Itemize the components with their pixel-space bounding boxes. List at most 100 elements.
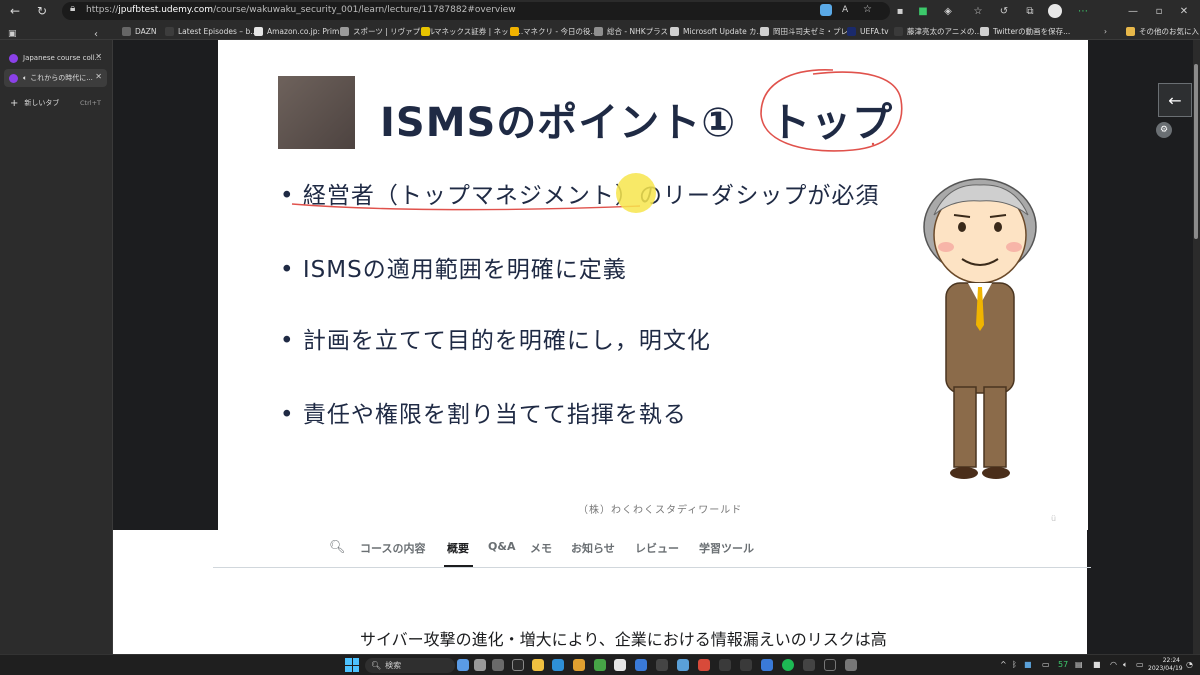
lock-icon: 🔒︎ (70, 3, 76, 14)
notification-icon[interactable]: ◔ (1186, 660, 1193, 669)
address-bar[interactable]: 🔒︎ https://jpufbtest.udemy.com/course/wa… (62, 2, 890, 20)
spotify-icon[interactable] (782, 659, 794, 671)
bookmark-item[interactable]: 岡田斗司夫ゼミ・プレ... (760, 24, 855, 38)
taskbar-app-icon[interactable] (845, 659, 857, 671)
tab-active-course[interactable]: 🔈︎ これからの時代に... ✕ (4, 69, 107, 87)
taskbar-app-icon[interactable] (698, 659, 710, 671)
bookmark-item[interactable]: 藤津亮太のアニメの... (894, 24, 982, 38)
bookmark-icon (510, 26, 519, 36)
bookmark-item[interactable]: マネクリ - 今日の役... (510, 24, 598, 38)
taskbar-search[interactable]: 🔍︎ 検索 (365, 658, 455, 673)
search-icon[interactable]: 🔍︎ (329, 540, 346, 555)
document-icon (670, 26, 679, 36)
tray-counter[interactable]: 57 (1058, 660, 1068, 669)
chrome-icon[interactable] (573, 659, 585, 671)
tab-announcements[interactable]: お知らせ (571, 540, 615, 556)
bookmark-label: UEFA.tv (860, 26, 889, 36)
bookmark-label: DAZN (135, 26, 157, 36)
collections-icon[interactable]: ⧉ (1022, 3, 1038, 19)
profile-avatar[interactable] (1048, 4, 1062, 18)
bookmark-item[interactable]: その他のお気に入り (1126, 24, 1200, 38)
taskbar-app-icon[interactable] (677, 659, 689, 671)
open-sidebar-arrow-icon[interactable]: ← (1158, 83, 1192, 117)
document-icon (760, 26, 769, 36)
taskbar-app-icon[interactable] (635, 659, 647, 671)
battery-icon[interactable]: ▭ (1136, 660, 1144, 669)
taskbar-app-icon[interactable] (656, 659, 668, 671)
bookmark-item[interactable]: Twitterの動画を保存... (980, 24, 1070, 38)
course-info-panel: 🔍︎ コースの内容 概要 Q&A メモ お知らせ レビュー 学習ツール サイバー… (113, 530, 1091, 654)
tab-qa[interactable]: Q&A (488, 540, 515, 553)
tab-notes[interactable]: メモ (530, 540, 552, 556)
tab-actions-icon[interactable]: ▣ (8, 29, 17, 39)
extensions-puzzle-icon[interactable]: ◈ (940, 3, 956, 19)
new-tab-shortcut: Ctrl+T (80, 99, 101, 107)
tab-course-content[interactable]: コースの内容 (360, 540, 425, 556)
maximize-icon[interactable]: ▫ (1151, 3, 1167, 19)
wifi-icon[interactable]: ◠ (1110, 660, 1117, 669)
taskbar-app-icon[interactable] (803, 659, 815, 671)
tray-app-icon[interactable]: ■ (1093, 660, 1101, 669)
search-icon: 🔍︎ (371, 661, 382, 670)
tray-app-icon[interactable]: ▭ (1042, 660, 1050, 669)
tray-app-icon[interactable]: ▤ (1075, 660, 1083, 669)
taskbar-app-icon[interactable] (740, 659, 752, 671)
slide-bullet: • 計画を立てて目的を明確にし，明文化 (280, 328, 711, 354)
bookmark-item[interactable]: Latest Episodes – b... (165, 24, 257, 38)
new-tab-button[interactable]: + 新しいタブ Ctrl+T (4, 94, 107, 112)
bookmark-icon (165, 26, 174, 36)
taskbar-app-icon[interactable] (824, 659, 836, 671)
bookmark-item[interactable]: UEFA.tv (847, 24, 889, 38)
bookmark-item[interactable]: マネックス証券 | ネット... (421, 24, 523, 38)
system-clock[interactable]: 22:24 2023/04/19 (1148, 657, 1183, 673)
close-tab-icon[interactable]: ✕ (95, 72, 102, 81)
bookmarks-overflow-icon[interactable]: › (1104, 24, 1107, 38)
task-view-icon[interactable] (474, 659, 486, 671)
url-host: jpufbtest.udemy.com (118, 5, 214, 15)
bing-icon[interactable] (761, 659, 773, 671)
read-aloud-icon[interactable]: A (842, 5, 848, 15)
close-window-icon[interactable]: ✕ (1176, 3, 1192, 19)
tab-learning-tools[interactable]: 学習ツール (699, 540, 754, 556)
bookmark-item[interactable]: Amazon.co.jp: Prim... (254, 24, 346, 38)
favorite-star-icon[interactable]: ☆ (863, 4, 872, 15)
scrollbar-thumb[interactable] (1194, 64, 1198, 239)
clock-time: 22:24 (1162, 657, 1180, 664)
favorites-icon[interactable]: ☆ (970, 3, 986, 19)
file-explorer-icon[interactable] (532, 659, 544, 671)
copilot-icon[interactable]: ⋯ (1075, 3, 1091, 19)
bookmark-label: 藤津亮太のアニメの... (907, 26, 982, 36)
tray-chevron-icon[interactable]: ^ (1000, 660, 1007, 669)
bookmark-icon (421, 26, 430, 36)
bluetooth-icon[interactable]: ᛒ (1012, 660, 1017, 669)
lecture-video-slide[interactable]: ISMSのポイント① トップ • 経営者（トップマネジメント）のリーダシップが必須… (218, 40, 1088, 530)
extension-dark-icon[interactable]: ▪ (892, 3, 908, 19)
settings-icon[interactable] (492, 659, 504, 671)
edge-icon[interactable] (552, 659, 564, 671)
windows-start-icon[interactable] (345, 658, 359, 672)
history-icon[interactable]: ↺ (996, 3, 1012, 19)
taskbar-app-icon[interactable] (457, 659, 469, 671)
bookmark-item[interactable]: 総合 - NHKプラス (594, 24, 668, 38)
extension-tag-icon[interactable] (820, 4, 832, 16)
taskbar-app-icon[interactable] (594, 659, 606, 671)
tab-overview[interactable]: 概要 (447, 540, 469, 556)
tray-app-icon[interactable]: ■ (1024, 660, 1032, 669)
extension-green-icon[interactable]: ■ (915, 3, 931, 19)
refresh-icon[interactable]: ↻ (33, 2, 51, 20)
taskbar-app-icon[interactable] (719, 659, 731, 671)
bookmark-item[interactable]: DAZN (122, 24, 157, 38)
volume-icon[interactable]: 🔈︎ (1123, 660, 1128, 670)
tab-japanese-course[interactable]: Japanese course coll... ✕ (4, 49, 107, 67)
back-icon[interactable]: ← (6, 2, 24, 20)
taskbar-search-label: 検索 (385, 661, 402, 670)
close-tab-icon[interactable]: ✕ (95, 52, 102, 61)
tab-reviews[interactable]: レビュー (635, 540, 679, 556)
collapse-panel-icon[interactable]: ‹ (94, 29, 98, 40)
taskbar-app-icon[interactable] (512, 659, 524, 671)
udemy-icon (9, 53, 18, 63)
minimize-icon[interactable]: — (1125, 3, 1141, 19)
amazon-icon[interactable] (614, 659, 626, 671)
bookmark-item[interactable]: Microsoft Update カ... (670, 24, 764, 38)
settings-badge-icon[interactable]: ⚙ (1156, 122, 1172, 138)
